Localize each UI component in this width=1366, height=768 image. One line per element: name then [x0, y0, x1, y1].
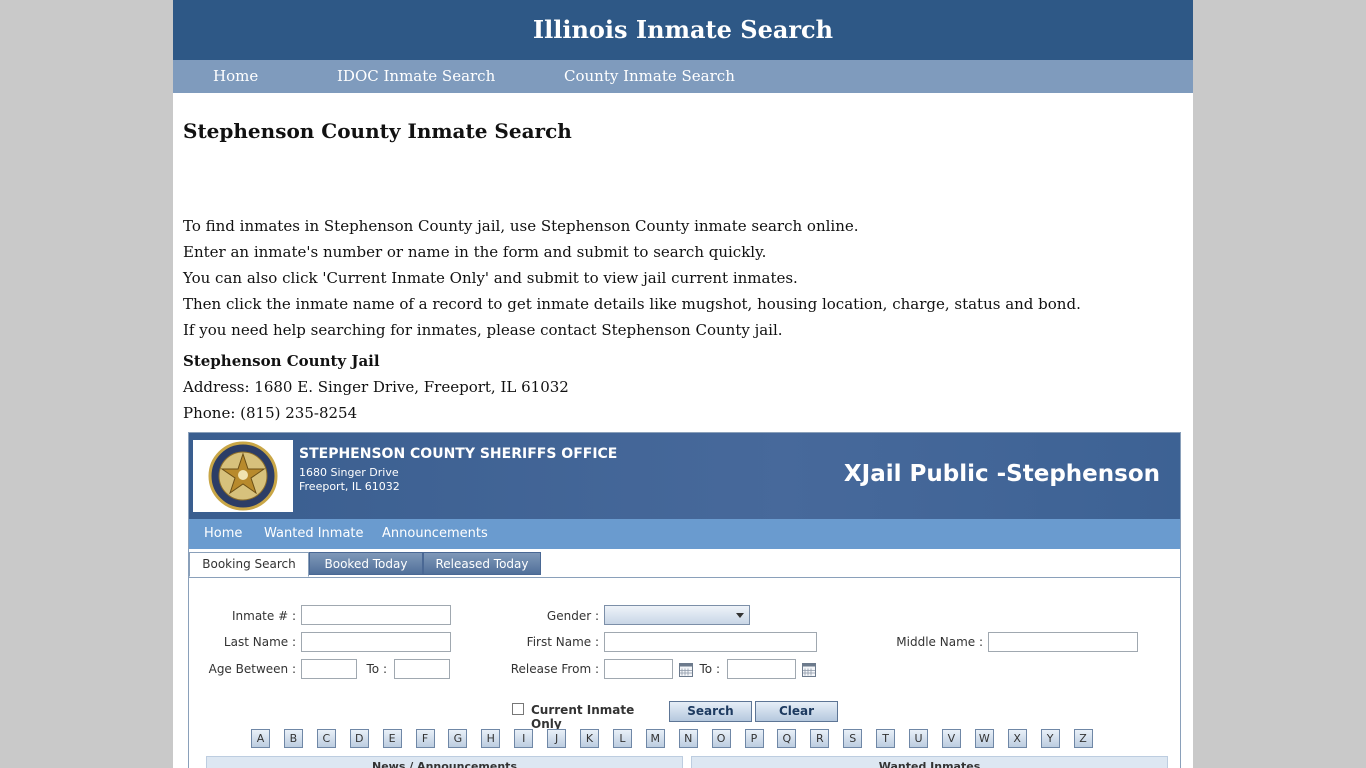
letter-filter-i[interactable]: I	[514, 729, 534, 748]
intro-paragraph-4: Then click the inmate name of a record t…	[183, 295, 1081, 313]
age-to-input[interactable]	[394, 659, 450, 679]
middle-name-label: Middle Name :	[896, 635, 983, 649]
middle-name-input[interactable]	[988, 632, 1138, 652]
age-from-input[interactable]	[301, 659, 357, 679]
jail-nav-announcements[interactable]: Announcements	[382, 519, 488, 549]
sheriff-star-icon	[208, 441, 278, 511]
letter-filter-l[interactable]: L	[612, 729, 632, 748]
jail-address: Address: 1680 E. Singer Drive, Freeport,…	[183, 378, 569, 396]
release-from-calendar-icon[interactable]	[679, 663, 693, 677]
gender-select[interactable]	[604, 605, 750, 625]
nav-home-link[interactable]: Home	[213, 60, 258, 93]
letter-filter-z[interactable]: Z	[1073, 729, 1093, 748]
letter-filter-c[interactable]: C	[316, 729, 336, 748]
intro-paragraph-5: If you need help searching for inmates, …	[183, 321, 783, 339]
site-nav: Home IDOC Inmate Search County Inmate Se…	[173, 60, 1193, 93]
letter-filter-d[interactable]: D	[349, 729, 369, 748]
jail-phone: Phone: (815) 235-8254	[183, 404, 358, 422]
jail-search-widget: STEPHENSON COUNTY SHERIFFS OFFICE 1680 S…	[188, 432, 1181, 768]
search-tabs: Booking Search Booked Today Released Tod…	[189, 549, 1180, 578]
letter-filter-x[interactable]: X	[1007, 729, 1027, 748]
current-inmate-only-checkbox[interactable]	[512, 703, 524, 715]
age-to-label: To :	[366, 662, 388, 676]
news-announcements-header: News / Announcements	[206, 756, 683, 768]
letter-filter-a[interactable]: A	[251, 729, 270, 748]
letter-filter-g[interactable]: G	[448, 729, 468, 748]
sheriff-seal-logo	[193, 440, 293, 512]
letter-filter-b[interactable]: B	[283, 729, 303, 748]
current-inmate-only-label: Current Inmate Only	[531, 703, 635, 731]
tab-booked-today[interactable]: Booked Today	[309, 552, 423, 575]
letter-filter-p[interactable]: P	[744, 729, 764, 748]
release-from-label: Release From :	[510, 662, 599, 676]
letter-filter-o[interactable]: O	[711, 729, 731, 748]
letter-filter-e[interactable]: E	[382, 729, 402, 748]
xjail-app-title: XJail Public -Stephenson	[843, 461, 1160, 487]
jail-banner: STEPHENSON COUNTY SHERIFFS OFFICE 1680 S…	[189, 433, 1180, 519]
page-title: Stephenson County Inmate Search	[183, 119, 572, 143]
inmate-number-label: Inmate # :	[231, 609, 296, 623]
letter-filter-k[interactable]: K	[580, 729, 599, 748]
intro-paragraph-2: Enter an inmate's number or name in the …	[183, 243, 767, 261]
office-address-line2: Freeport, IL 61032	[299, 480, 400, 493]
letter-filter-t[interactable]: T	[876, 729, 896, 748]
release-to-label: To :	[699, 662, 721, 676]
last-name-label: Last Name :	[223, 635, 296, 649]
nav-idoc-inmate-search-link[interactable]: IDOC Inmate Search	[337, 60, 495, 93]
letter-filter-u[interactable]: U	[909, 729, 928, 748]
tab-booking-search[interactable]: Booking Search	[189, 552, 309, 577]
first-name-input[interactable]	[604, 632, 817, 652]
letter-filter-r[interactable]: R	[810, 729, 830, 748]
release-from-input[interactable]	[604, 659, 673, 679]
site-title: Illinois Inmate Search	[532, 15, 834, 44]
letter-filter-w[interactable]: W	[974, 729, 994, 748]
office-name: STEPHENSON COUNTY SHERIFFS OFFICE	[299, 446, 618, 462]
search-button[interactable]: Search	[669, 701, 752, 722]
last-name-input[interactable]	[301, 632, 451, 652]
first-name-label: First Name :	[526, 635, 599, 649]
clear-button[interactable]: Clear	[755, 701, 838, 722]
letter-filter-q[interactable]: Q	[777, 729, 797, 748]
release-to-calendar-icon[interactable]	[802, 663, 816, 677]
site-header: Illinois Inmate Search	[173, 0, 1193, 60]
tab-released-today[interactable]: Released Today	[423, 552, 541, 575]
letter-filter-y[interactable]: Y	[1040, 729, 1060, 748]
letter-filter-f[interactable]: F	[415, 729, 435, 748]
letter-filter-v[interactable]: V	[941, 729, 961, 748]
jail-name: Stephenson County Jail	[183, 352, 380, 370]
intro-paragraph-1: To find inmates in Stephenson County jai…	[183, 217, 859, 235]
nav-county-inmate-search-link[interactable]: County Inmate Search	[564, 60, 735, 93]
wanted-inmates-header: Wanted Inmates	[691, 756, 1168, 768]
jail-nav: Home Wanted Inmate Announcements	[189, 519, 1180, 549]
letter-filter-j[interactable]: J	[547, 729, 567, 748]
office-address-line1: 1680 Singer Drive	[299, 466, 399, 479]
release-to-input[interactable]	[727, 659, 796, 679]
age-between-label: Age Between :	[208, 662, 296, 676]
page-container: Illinois Inmate Search Home IDOC Inmate …	[173, 0, 1193, 768]
gender-label: Gender :	[546, 609, 599, 623]
letter-filter-s[interactable]: S	[843, 729, 863, 748]
letter-filter-n[interactable]: N	[678, 729, 698, 748]
jail-nav-home[interactable]: Home	[204, 519, 242, 549]
letter-filter-m[interactable]: M	[645, 729, 665, 748]
jail-nav-wanted-inmate[interactable]: Wanted Inmate	[264, 519, 364, 549]
letter-filter-h[interactable]: H	[481, 729, 501, 748]
inmate-number-input[interactable]	[301, 605, 451, 625]
intro-paragraph-3: You can also click 'Current Inmate Only'…	[183, 269, 798, 287]
